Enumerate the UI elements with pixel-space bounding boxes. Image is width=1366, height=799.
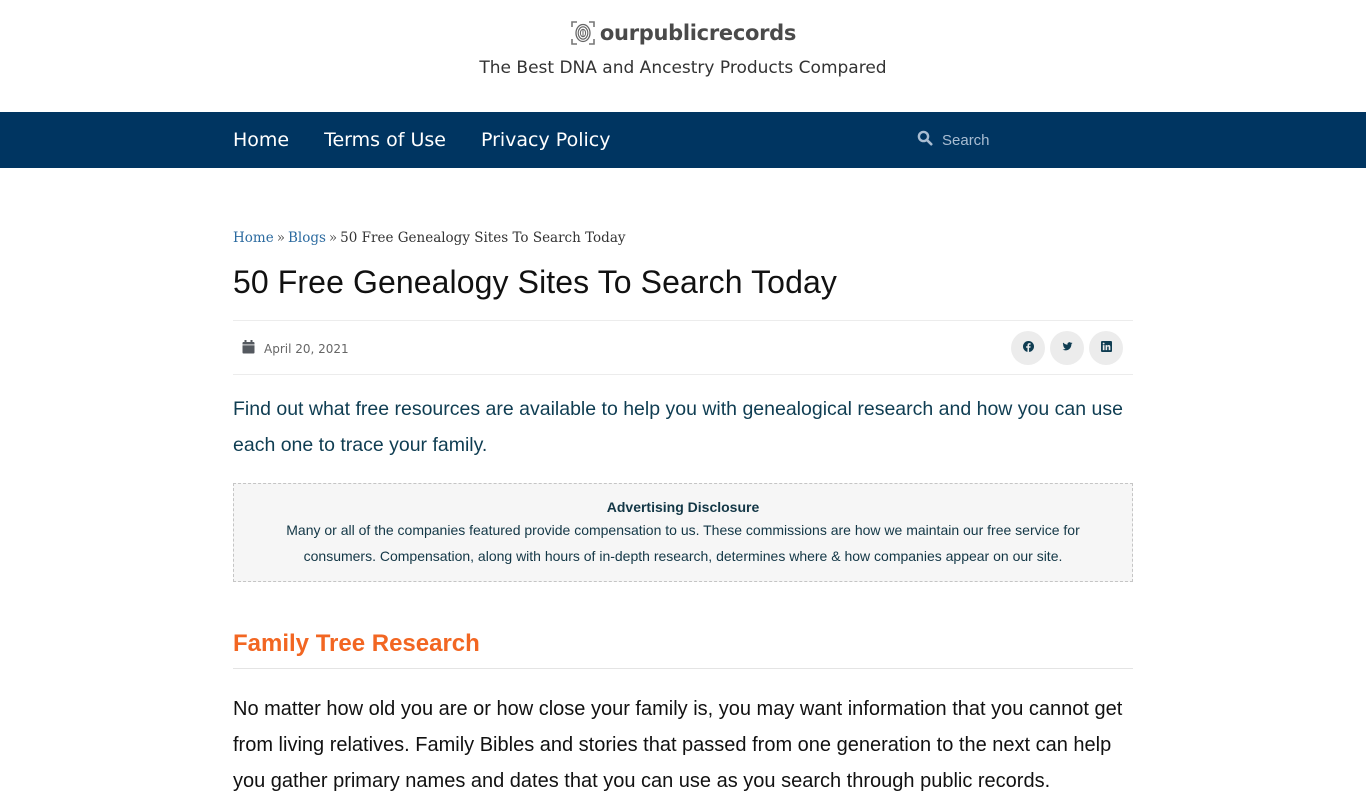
article-lead: Find out what free resources are availab… (233, 398, 1123, 456)
fingerprint-scan-icon (570, 20, 596, 46)
site-tagline: The Best DNA and Ancestry Products Compa… (479, 58, 887, 78)
search-icon[interactable] (917, 130, 933, 151)
share-linkedin-button[interactable] (1089, 331, 1123, 365)
breadcrumb-blogs[interactable]: Blogs (288, 230, 326, 246)
share-twitter-button[interactable] (1050, 331, 1084, 365)
disclosure-title: Advertising Disclosure (606, 499, 760, 515)
calendar-icon (242, 340, 255, 357)
post-meta: April 20, 2021 (233, 320, 1133, 375)
search-box (917, 112, 1142, 168)
nav-link-home[interactable]: Home (233, 129, 289, 151)
section-heading: Family Tree Research (233, 630, 1133, 669)
breadcrumb-home[interactable]: Home (233, 230, 274, 246)
breadcrumb-separator: » (276, 230, 285, 246)
facebook-icon (1022, 339, 1034, 357)
nav-link-terms-of-use[interactable]: Terms of Use (324, 129, 446, 151)
twitter-icon (1061, 339, 1073, 357)
nav-links: Home Terms of Use Privacy Policy (233, 112, 645, 168)
breadcrumb-separator: » (328, 230, 338, 246)
breadcrumb-current: 50 Free Genealogy Sites To Search Today (340, 230, 626, 246)
linkedin-icon (1100, 339, 1112, 357)
post-date-text: April 20, 2021 (264, 341, 349, 356)
site-header: ourpublicrecords The Best DNA and Ancest… (0, 0, 1366, 112)
section-body: No matter how old you are or how close y… (233, 698, 1123, 792)
search-input[interactable] (942, 131, 1142, 149)
breadcrumb: Home» Blogs» 50 Free Genealogy Sites To Se… (233, 230, 1133, 246)
advertising-disclosure: Advertising Disclosure Many or all of th… (233, 483, 1133, 582)
site-logo[interactable]: ourpublicrecords (0, 20, 1366, 46)
main-nav: Home Terms of Use Privacy Policy (0, 112, 1366, 168)
page-title: 50 Free Genealogy Sites To Search Today (233, 264, 837, 300)
share-buttons (1011, 331, 1123, 365)
article-content: Home» Blogs» 50 Free Genealogy Sites To Se… (233, 168, 1133, 799)
share-facebook-button[interactable] (1011, 331, 1045, 365)
logo-text: ourpublicrecords (599, 21, 797, 45)
nav-link-privacy-policy[interactable]: Privacy Policy (481, 129, 610, 151)
post-date: April 20, 2021 (242, 340, 349, 357)
disclosure-body: Many or all of the companies featured pr… (286, 522, 1080, 564)
